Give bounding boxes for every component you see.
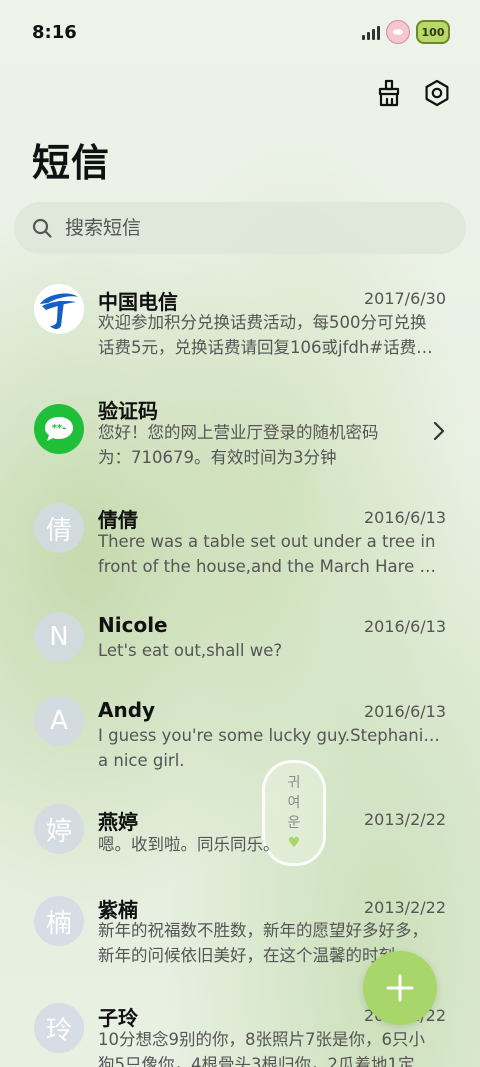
status-time: 8:16 [32, 22, 77, 43]
preview-line: 嗯。收到啦。同乐同乐。 [98, 835, 280, 854]
preview-line: 10分想念9别的你，8张照片7张是你，6只小 [98, 1030, 425, 1049]
preview-line: 为：710679。有效时间为3分钟 [98, 448, 337, 467]
conversation-name: Nicole [98, 613, 168, 637]
contact-avatar: 婷 [34, 804, 84, 854]
signal-icon [362, 24, 380, 40]
preview-line: I guess you're some lucky guy.Stephanie … [98, 726, 444, 745]
svg-text:**-: **- [52, 423, 67, 434]
conversation-date: 2016/6/13 [363, 508, 446, 527]
search-input[interactable] [63, 216, 427, 240]
conversation-preview: 嗯。收到啦。同乐同乐。 [98, 832, 444, 857]
conversation-preview: 欢迎参加积分兑换话费活动，每500分可兑换 话费5元，兑换话费请回复106或jf… [98, 310, 444, 360]
clean-brush-icon[interactable] [374, 78, 404, 108]
contact-avatar: A [34, 696, 84, 746]
conversation-preview: I guess you're some lucky guy.Stephanie … [98, 723, 444, 773]
conversation-name: Andy [98, 698, 156, 722]
conversation-preview: 您好！您的网上营业厅登录的随机密码 为：710679。有效时间为3分钟 [98, 420, 444, 470]
preview-line: 新年的祝福数不胜数，新年的愿望好多好多， [98, 921, 428, 940]
conversation-date: 2013/2/22 [363, 898, 446, 917]
status-icons: 100 [362, 20, 450, 44]
conversation-date: 2017/6/30 [363, 289, 446, 308]
conversation-date: 2016/6/13 [363, 617, 446, 636]
conversation-row[interactable]: 中国电信 2017/6/30 欢迎参加积分兑换话费活动，每500分可兑换 话费5… [0, 270, 480, 370]
preview-line: 您好！您的网上营业厅登录的随机密码 [98, 423, 379, 442]
plus-icon [386, 974, 414, 1002]
chevron-right-icon[interactable] [432, 420, 446, 442]
conversation-date: 2013/2/22 [363, 810, 446, 829]
search-icon [32, 218, 52, 238]
contact-avatar: 倩 [34, 503, 84, 553]
pet-icon [386, 20, 410, 44]
new-message-button[interactable] [363, 951, 437, 1025]
contact-avatar: 楠 [34, 896, 84, 946]
battery-icon: 100 [416, 20, 450, 44]
telecom-logo-icon [34, 284, 84, 334]
preview-line: front of the house,and the March Hare an… [98, 557, 444, 576]
conversation-date: 2016/6/13 [363, 702, 446, 721]
preview-line: Let's eat out,shall we? [98, 641, 283, 660]
conversation-row[interactable]: N Nicole 2016/6/13 Let's eat out,shall w… [0, 600, 480, 680]
top-actions [374, 78, 452, 108]
conversation-row[interactable]: 倩 倩倩 2016/6/13 There was a table set out… [0, 490, 480, 590]
page-title: 短信 [32, 141, 111, 185]
preview-line: 话费5元，兑换话费请回复106或jfdh#话费… [98, 338, 433, 357]
conversation-preview: 10分想念9别的你，8张照片7张是你，6只小 狗5只像你，4根骨头3根归你，2瓜… [98, 1027, 444, 1067]
settings-gear-icon[interactable] [422, 78, 452, 108]
conversation-row[interactable]: A Andy 2016/6/13 I guess you're some luc… [0, 690, 480, 790]
preview-line: There was a table set out under a tree i… [98, 532, 436, 551]
message-bubble-icon: **- [34, 404, 84, 454]
preview-line: a nice girl. [98, 751, 185, 770]
contact-avatar: 玲 [34, 1003, 84, 1053]
conversation-row[interactable]: **- 验证码 您好！您的网上营业厅登录的随机密码 为：710679。有效时间为… [0, 380, 480, 480]
preview-line: 狗5只像你，4根骨头3根归你，2瓜着地1定… [98, 1055, 431, 1067]
conversation-name: 燕婷 [98, 810, 138, 834]
battery-level: 100 [421, 25, 445, 39]
conversation-preview: There was a table set out under a tree i… [98, 529, 444, 579]
status-bar: 8:16 100 [0, 0, 480, 66]
preview-line: 欢迎参加积分兑换话费活动，每500分可兑换 [98, 313, 427, 332]
search-bar[interactable] [14, 202, 466, 254]
conversation-preview: Let's eat out,shall we? [98, 638, 444, 663]
contact-avatar: N [34, 612, 84, 662]
conversation-row[interactable]: 婷 燕婷 2013/2/22 嗯。收到啦。同乐同乐。 [0, 800, 480, 880]
